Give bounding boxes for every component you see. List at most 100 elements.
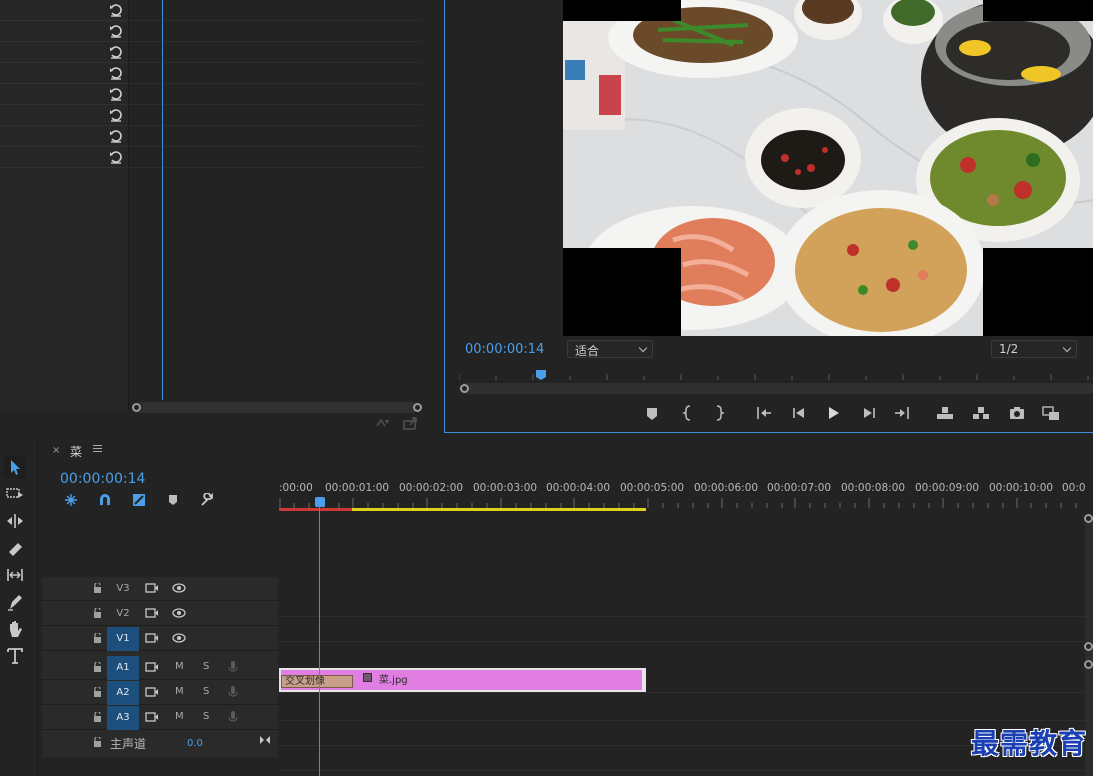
add-marker-icon[interactable]: [642, 404, 662, 422]
compare-view-icon[interactable]: [1041, 404, 1061, 422]
mute-button[interactable]: M: [175, 686, 184, 697]
close-tab-button[interactable]: ×: [52, 445, 60, 456]
snap-magnet-icon[interactable]: [98, 493, 112, 507]
play-icon[interactable]: [823, 404, 843, 422]
scroll-handle[interactable]: [1084, 642, 1093, 651]
reset-icon[interactable]: [109, 24, 123, 38]
sequence-time-ruler[interactable]: :00:00 00:00:01:00 00:00:02:00 00:00:03:…: [279, 480, 1086, 512]
razor-icon: [9, 543, 22, 556]
razor-tool[interactable]: [4, 537, 26, 559]
pen-tool[interactable]: [4, 591, 26, 613]
scroll-handle[interactable]: [1084, 660, 1093, 669]
sync-lock-icon[interactable]: [145, 607, 159, 619]
sync-lock-icon[interactable]: [145, 711, 159, 723]
go-to-out-icon[interactable]: [892, 404, 912, 422]
effect-keyframe-area[interactable]: [130, 0, 422, 400]
hand-tool[interactable]: [4, 618, 26, 640]
eye-icon[interactable]: [172, 582, 186, 594]
cross-wipe-transition[interactable]: 交叉划像: [281, 675, 353, 688]
solo-button[interactable]: S: [203, 686, 209, 697]
lock-icon[interactable]: [93, 687, 102, 697]
monitor-zoom-scrollbar[interactable]: [459, 383, 1093, 394]
extract-icon[interactable]: [971, 404, 991, 422]
track-select-tool[interactable]: [4, 483, 26, 505]
microphone-icon[interactable]: [226, 661, 240, 673]
add-marker-icon[interactable]: [166, 493, 180, 507]
mark-in-icon[interactable]: [678, 404, 698, 422]
track-target[interactable]: A1: [107, 656, 139, 680]
reset-icon[interactable]: [109, 150, 123, 164]
panel-menu-icon[interactable]: [93, 445, 102, 452]
reset-icon[interactable]: [109, 3, 123, 17]
step-back-icon[interactable]: [789, 404, 809, 422]
nest-toggle-icon[interactable]: [64, 493, 78, 507]
video-preview-food-photo[interactable]: [563, 0, 1093, 336]
solo-button[interactable]: S: [203, 661, 209, 672]
monitor-time-ruler[interactable]: [459, 366, 1093, 380]
track-target[interactable]: V2: [107, 602, 139, 626]
resolution-dropdown[interactable]: 1/2: [991, 340, 1077, 358]
monitor-playhead-marker: [536, 370, 546, 380]
microphone-icon[interactable]: [226, 711, 240, 723]
lift-icon[interactable]: [935, 404, 955, 422]
eye-icon[interactable]: [172, 632, 186, 644]
wrench-icon[interactable]: [200, 493, 214, 507]
solo-button[interactable]: S: [203, 711, 209, 722]
sync-lock-icon[interactable]: [145, 661, 159, 673]
sequence-tab[interactable]: 菜: [70, 443, 82, 460]
track-target[interactable]: A2: [107, 681, 139, 705]
go-to-end-icon[interactable]: [259, 735, 271, 745]
mute-button[interactable]: M: [175, 711, 184, 722]
linked-selection-icon[interactable]: [132, 493, 146, 507]
effect-playhead[interactable]: [162, 0, 163, 400]
fx-badge-icon[interactable]: [363, 673, 372, 682]
track-lane-v3[interactable]: [279, 593, 1085, 617]
reset-icon[interactable]: [109, 129, 123, 143]
track-lane-v2[interactable]: [279, 618, 1085, 642]
filter-effects-icon[interactable]: [375, 416, 391, 430]
scroll-start-handle[interactable]: [132, 403, 141, 412]
lock-icon[interactable]: [93, 712, 102, 722]
track-target[interactable]: V1: [107, 627, 139, 651]
sequence-timecode[interactable]: 00:00:00:14: [60, 471, 145, 487]
track-lane-a3[interactable]: [279, 747, 1085, 771]
track-lane-a1[interactable]: [279, 697, 1085, 721]
master-volume-value[interactable]: 0.0: [187, 738, 203, 749]
sync-lock-icon[interactable]: [145, 632, 159, 644]
camera-icon[interactable]: [1007, 404, 1027, 422]
reset-icon[interactable]: [109, 45, 123, 59]
track-target[interactable]: A3: [107, 706, 139, 730]
step-forward-icon[interactable]: [859, 404, 879, 422]
type-tool[interactable]: [4, 645, 26, 667]
sync-lock-icon[interactable]: [145, 582, 159, 594]
export-icon[interactable]: [402, 416, 418, 430]
track-lane-a2[interactable]: [279, 722, 1085, 746]
scroll-start-handle[interactable]: [460, 384, 469, 393]
slip-tool[interactable]: [4, 564, 26, 586]
sequence-tracks-area[interactable]: :00:00 00:00:01:00 00:00:02:00 00:00:03:…: [279, 480, 1086, 776]
reset-icon[interactable]: [109, 87, 123, 101]
mute-button[interactable]: M: [175, 661, 184, 672]
sync-lock-icon[interactable]: [145, 686, 159, 698]
lock-icon[interactable]: [93, 737, 102, 747]
fit-dropdown[interactable]: 适合: [567, 340, 653, 358]
video-clip[interactable]: 交叉划像 菜.jpg: [279, 668, 646, 692]
ripple-edit-tool[interactable]: [4, 510, 26, 532]
effect-scrollbar[interactable]: [132, 402, 422, 413]
reset-icon[interactable]: [109, 66, 123, 80]
microphone-icon[interactable]: [226, 686, 240, 698]
scroll-end-handle[interactable]: [413, 403, 422, 412]
lock-icon[interactable]: [93, 608, 102, 618]
sequence-playhead-handle[interactable]: [315, 497, 325, 507]
track-target[interactable]: V3: [107, 577, 139, 601]
lock-icon[interactable]: [93, 633, 102, 643]
lock-icon[interactable]: [93, 583, 102, 593]
scroll-handle[interactable]: [1084, 514, 1093, 523]
go-to-in-icon[interactable]: [754, 404, 774, 422]
playhead-timecode[interactable]: 00:00:00:14: [465, 342, 544, 357]
mark-out-icon[interactable]: [709, 404, 729, 422]
reset-icon[interactable]: [109, 108, 123, 122]
eye-icon[interactable]: [172, 607, 186, 619]
lock-icon[interactable]: [93, 662, 102, 672]
selection-tool[interactable]: [4, 456, 26, 478]
